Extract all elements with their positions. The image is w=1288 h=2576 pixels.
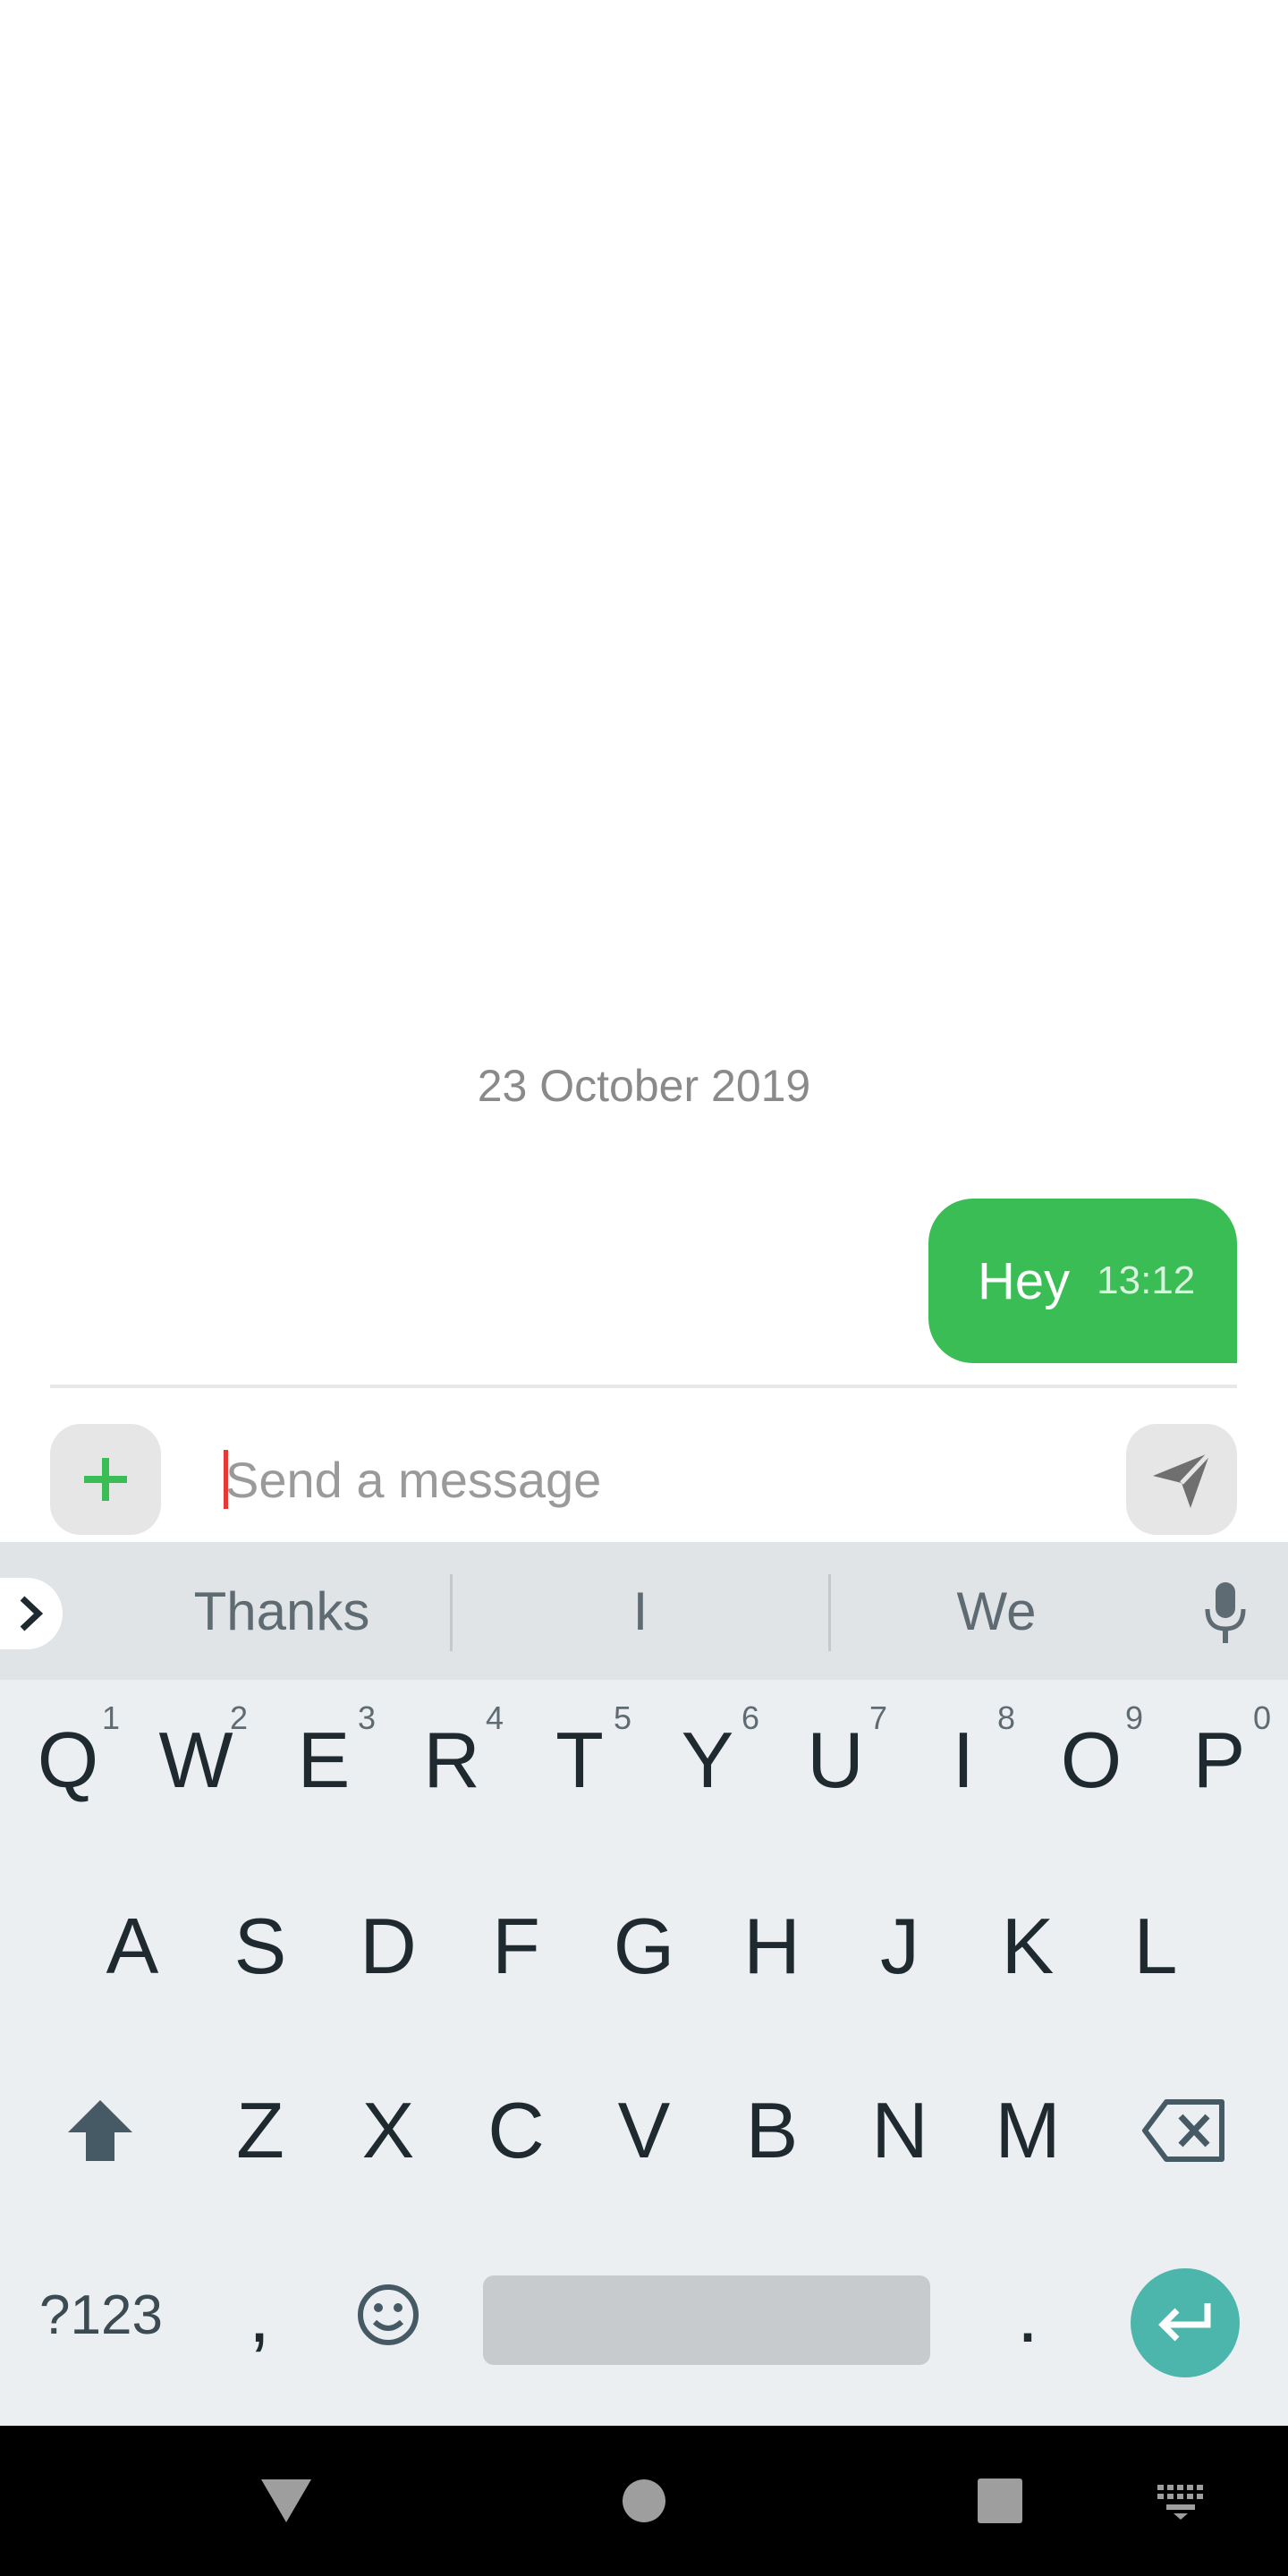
key-x[interactable]: X: [326, 2050, 451, 2211]
attach-button[interactable]: [50, 1424, 161, 1535]
key-hint: 6: [741, 1699, 759, 1736]
recents-icon: [978, 2479, 1022, 2523]
key-w[interactable]: W2: [133, 1680, 258, 1841]
key-l[interactable]: L: [1093, 1866, 1218, 2027]
key-b[interactable]: B: [709, 2050, 835, 2211]
key-d[interactable]: D: [326, 1866, 451, 2027]
key-p[interactable]: P0: [1157, 1680, 1282, 1841]
system-navigation-bar: [0, 2426, 1288, 2576]
keyboard-switch-icon: [1157, 2485, 1203, 2520]
emoji-icon: [358, 2284, 419, 2345]
key-n[interactable]: N: [837, 2050, 962, 2211]
send-button[interactable]: [1126, 1424, 1237, 1535]
message-input[interactable]: [225, 1442, 1102, 1517]
key-label: Q: [37, 1716, 99, 1804]
shift-key[interactable]: [38, 2050, 163, 2211]
enter-icon: [1158, 2303, 1211, 2342]
backspace-icon: [1142, 2099, 1224, 2162]
soft-keyboard: Thanks I We Q1 W2 E3 R4 T5 Y6 U7 I8 O9 P…: [0, 1542, 1288, 2426]
key-hint: 5: [613, 1699, 631, 1736]
home-icon: [623, 2479, 665, 2522]
key-u[interactable]: U7: [773, 1680, 898, 1841]
emoji-key[interactable]: [326, 2234, 451, 2395]
back-button[interactable]: [242, 2426, 331, 2576]
message-text: Hey: [978, 1251, 1071, 1310]
voice-input-button[interactable]: [1190, 1574, 1261, 1651]
key-hint: 0: [1252, 1699, 1271, 1736]
messaging-screen: 23 October 2019 Hey 13:12 Thanks I: [0, 0, 1288, 2576]
keyboard-switch-button[interactable]: [1136, 2426, 1225, 2576]
key-i[interactable]: I8: [901, 1680, 1026, 1841]
period-key[interactable]: .: [965, 2234, 1090, 2395]
key-e[interactable]: E3: [261, 1680, 386, 1841]
key-y[interactable]: Y6: [645, 1680, 770, 1841]
backspace-key[interactable]: [1122, 2050, 1247, 2211]
key-label: T: [555, 1716, 604, 1804]
key-hint: 2: [229, 1699, 248, 1736]
key-hint: 4: [485, 1699, 504, 1736]
key-g[interactable]: G: [581, 1866, 707, 2027]
key-v[interactable]: V: [581, 2050, 707, 2211]
home-button[interactable]: [599, 2426, 689, 2576]
suggestion-2[interactable]: I: [453, 1542, 828, 1680]
enter-key[interactable]: [1131, 2268, 1240, 2377]
suggestion-strip: Thanks I We: [0, 1542, 1288, 1680]
comma-key[interactable]: ,: [197, 2234, 322, 2395]
key-label: I: [952, 1716, 975, 1804]
recents-button[interactable]: [955, 2426, 1045, 2576]
back-icon: [261, 2479, 311, 2522]
suggestion-3[interactable]: We: [831, 1542, 1162, 1680]
microphone-icon: [1205, 1582, 1246, 1643]
key-o[interactable]: O9: [1029, 1680, 1154, 1841]
key-label: O: [1060, 1716, 1123, 1804]
key-m[interactable]: M: [965, 2050, 1090, 2211]
key-h[interactable]: H: [709, 1866, 835, 2027]
key-label: U: [807, 1716, 864, 1804]
date-separator: 23 October 2019: [477, 1061, 811, 1111]
key-k[interactable]: K: [965, 1866, 1090, 2027]
key-t[interactable]: T5: [517, 1680, 642, 1841]
key-r[interactable]: R4: [389, 1680, 514, 1841]
shift-icon: [68, 2100, 132, 2161]
chevron-right-icon: [20, 1596, 44, 1631]
composer-divider: [50, 1385, 1237, 1388]
key-c[interactable]: C: [453, 2050, 579, 2211]
space-key[interactable]: [483, 2275, 930, 2365]
key-hint: 1: [101, 1699, 120, 1736]
key-z[interactable]: Z: [198, 2050, 323, 2211]
expand-toolbar-button[interactable]: [0, 1578, 63, 1649]
key-s[interactable]: S: [198, 1866, 323, 2027]
key-q[interactable]: Q1: [5, 1680, 131, 1841]
suggestion-1[interactable]: Thanks: [98, 1542, 465, 1680]
key-label: P: [1192, 1716, 1246, 1804]
key-label: Y: [681, 1716, 734, 1804]
send-icon: [1153, 1451, 1212, 1508]
key-j[interactable]: J: [837, 1866, 962, 2027]
key-hint: 8: [996, 1699, 1015, 1736]
key-label: W: [158, 1716, 233, 1804]
key-label: E: [297, 1716, 351, 1804]
message-bubble-outgoing[interactable]: Hey 13:12: [928, 1199, 1237, 1363]
key-a[interactable]: A: [70, 1866, 195, 2027]
symbols-key[interactable]: ?123: [27, 2234, 175, 2395]
key-f[interactable]: F: [453, 1866, 579, 2027]
plus-icon: [84, 1458, 127, 1501]
key-hint: 7: [869, 1699, 887, 1736]
key-hint: 3: [357, 1699, 376, 1736]
message-timestamp: 13:12: [1097, 1258, 1196, 1302]
key-label: R: [423, 1716, 480, 1804]
key-hint: 9: [1124, 1699, 1143, 1736]
